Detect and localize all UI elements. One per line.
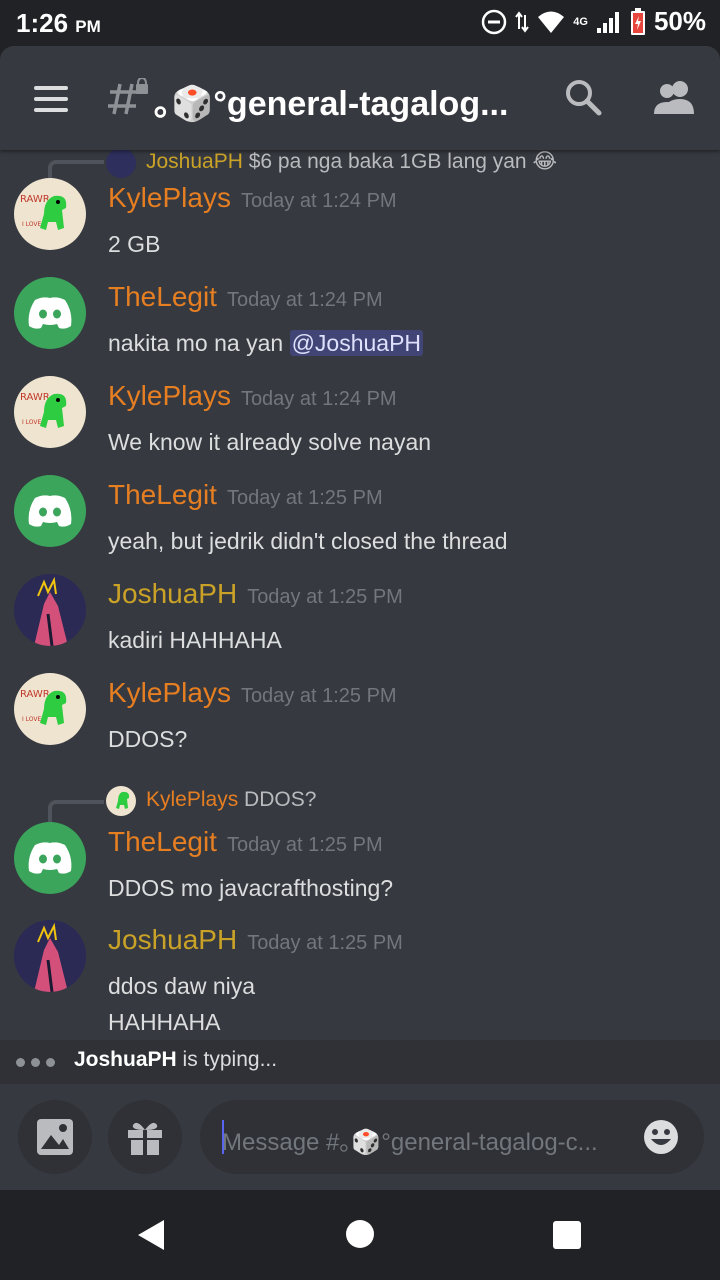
message-text: yeah, but jedrik didn't closed the threa… — [108, 528, 508, 554]
dnd-icon — [482, 9, 507, 34]
typing-indicator: JoshuaPH is typing... — [0, 1040, 720, 1084]
avatar[interactable]: RAWR I LOVE — [14, 376, 86, 448]
back-icon[interactable] — [136, 1218, 166, 1252]
search-icon[interactable] — [564, 78, 602, 116]
status-time: 1:26 PM — [16, 8, 101, 38]
avatar[interactable] — [14, 277, 86, 349]
wifi-icon — [538, 11, 565, 33]
discord-logo-icon — [28, 297, 72, 329]
input-placeholder: Message #｡🎲°general-tagalog-c... — [222, 1129, 598, 1156]
author-name[interactable]: JoshuaPH — [108, 924, 237, 955]
message-text: kadiri HAHHAHA — [108, 627, 282, 653]
typing-text: is typing... — [176, 1048, 278, 1071]
message-composer: Message #｡🎲°general-tagalog-c... — [0, 1084, 720, 1190]
data-arrows-icon — [515, 10, 530, 33]
timestamp: Today at 1:25 PM — [247, 586, 403, 608]
author-name[interactable]: KylePlays — [108, 182, 231, 213]
recent-apps-button[interactable] — [553, 1221, 581, 1249]
members-icon[interactable] — [652, 78, 696, 116]
attach-image-button[interactable] — [18, 1100, 92, 1174]
timestamp: Today at 1:25 PM — [226, 487, 383, 509]
avatar[interactable] — [14, 822, 86, 894]
dinosaur-icon: RAWR I LOVE — [20, 194, 67, 230]
status-icons: 4G 50% — [481, 6, 706, 37]
battery-percent: 50% — [653, 6, 706, 36]
author-name[interactable]: KylePlays — [108, 380, 231, 411]
navigation-bar — [0, 1190, 720, 1280]
status-bar: 1:26 PM 4G 50% — [0, 0, 720, 46]
gift-icon — [128, 1122, 162, 1155]
message-text: ddos daw niya — [108, 973, 256, 999]
timestamp: Today at 1:25 PM — [247, 932, 403, 954]
message-text: HAHHAHA — [108, 1009, 221, 1035]
network-type: 4G — [573, 15, 588, 28]
svg-text:I LOVE: I LOVE — [22, 716, 42, 723]
discord-logo-icon — [28, 495, 72, 527]
author-name[interactable]: TheLegit — [108, 479, 217, 510]
timestamp: Today at 1:24 PM — [226, 289, 383, 311]
chat-screen: ｡🎲°general-tagalog... JoshuaPH $6 pa nga… — [0, 46, 720, 1190]
author-name[interactable]: KylePlays — [108, 677, 231, 708]
reply-text: $6 pa nga baka 1GB lang yan 😂 — [248, 150, 557, 173]
dinosaur-icon: RAWR I LOVE — [20, 392, 67, 428]
home-button[interactable] — [346, 1220, 374, 1248]
anime-character-icon — [14, 574, 86, 646]
locked-hash-icon — [108, 78, 148, 115]
svg-text:I LOVE: I LOVE — [22, 221, 42, 228]
message-list[interactable]: JoshuaPH $6 pa nga baka 1GB lang yan 😂 R… — [0, 150, 720, 1040]
discord-logo-icon — [28, 842, 72, 874]
message-input[interactable]: Message #｡🎲°general-tagalog-c... — [200, 1100, 704, 1174]
channel-header: ｡🎲°general-tagalog... — [0, 46, 720, 150]
svg-text:RAWR: RAWR — [20, 392, 50, 403]
reply-text: DDOS? — [244, 788, 317, 811]
reply-author: KylePlays — [146, 788, 239, 811]
author-name[interactable]: TheLegit — [108, 826, 217, 857]
reply-author: JoshuaPH — [146, 150, 243, 173]
message-text: nakita mo na yan @JoshuaPH — [108, 330, 424, 356]
message-text: DDOS mo javacrafthosting? — [108, 875, 394, 901]
message-text: 2 GB — [108, 231, 161, 257]
typing-dots-icon — [16, 1058, 55, 1067]
reply-preview[interactable]: KylePlays DDOS? — [146, 788, 316, 812]
avatar — [106, 150, 136, 178]
message-text: DDOS? — [108, 726, 188, 752]
anime-character-icon — [14, 920, 86, 992]
reply-avatar — [106, 786, 136, 816]
reply-connector — [48, 800, 104, 822]
battery-icon — [630, 7, 645, 35]
menu-icon[interactable] — [34, 86, 68, 112]
user-mention[interactable]: @JoshuaPH — [289, 330, 424, 356]
avatar[interactable] — [14, 920, 86, 992]
signal-icon — [596, 11, 619, 33]
timestamp: Today at 1:24 PM — [240, 190, 397, 212]
avatar[interactable] — [14, 475, 86, 547]
timestamp: Today at 1:25 PM — [226, 834, 383, 856]
timestamp: Today at 1:24 PM — [240, 388, 397, 410]
timestamp: Today at 1:25 PM — [240, 685, 397, 707]
image-icon — [37, 1119, 73, 1155]
svg-text:RAWR: RAWR — [20, 689, 50, 700]
message-text: We know it already solve nayan — [108, 429, 432, 455]
typing-user: JoshuaPH — [74, 1048, 177, 1071]
dinosaur-icon — [116, 791, 130, 809]
emoji-icon[interactable] — [642, 1118, 680, 1156]
author-name[interactable]: TheLegit — [108, 281, 217, 312]
gift-button[interactable] — [108, 1100, 182, 1174]
svg-text:RAWR: RAWR — [20, 194, 50, 205]
dinosaur-icon: RAWR I LOVE — [20, 689, 67, 725]
avatar[interactable]: RAWR I LOVE — [14, 178, 86, 250]
svg-text:I LOVE: I LOVE — [22, 419, 42, 426]
author-name[interactable]: JoshuaPH — [108, 578, 237, 609]
avatar[interactable]: RAWR I LOVE — [14, 673, 86, 745]
channel-title[interactable]: ｡🎲°general-tagalog... — [154, 76, 508, 125]
avatar[interactable] — [14, 574, 86, 646]
